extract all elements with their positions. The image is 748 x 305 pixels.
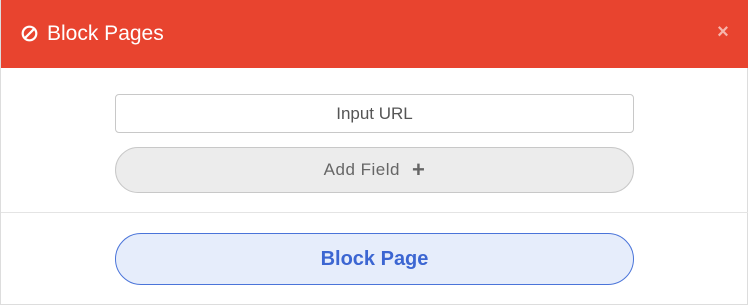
block-page-button[interactable]: Block Page [115,233,634,285]
dialog-header: Block Pages × [1,0,748,68]
url-input[interactable] [115,94,634,133]
block-pages-dialog: Block Pages × Add Field + Block Page [0,0,748,305]
block-page-label: Block Page [320,247,429,270]
close-icon[interactable]: × [709,18,737,46]
add-field-label: Add Field [323,160,400,179]
dialog-title: Block Pages [47,22,164,45]
add-field-button[interactable]: Add Field + [115,147,634,193]
ban-icon [21,25,38,42]
plus-icon: + [411,157,426,182]
divider [1,212,748,213]
